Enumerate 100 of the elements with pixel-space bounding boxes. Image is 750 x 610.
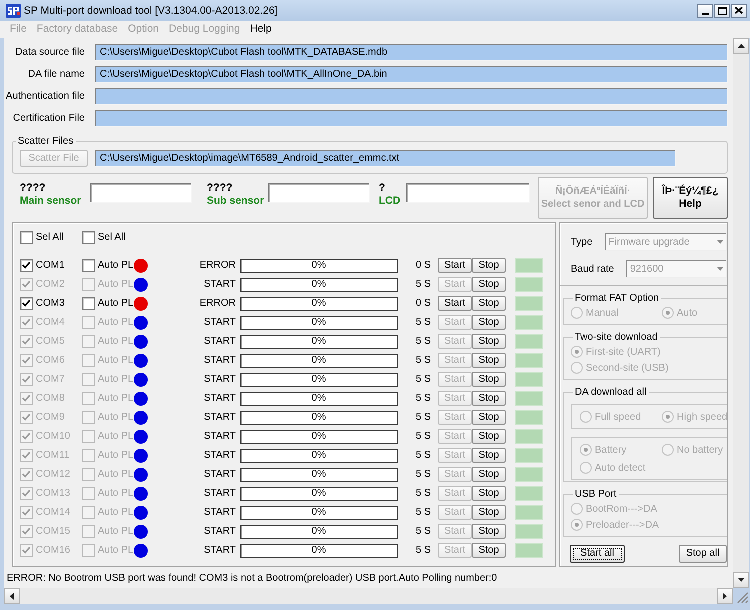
sensor-field[interactable] xyxy=(406,183,530,203)
vertical-scrollbar[interactable] xyxy=(733,38,749,588)
port-status: START xyxy=(204,469,236,480)
sensor-code: ???? xyxy=(207,182,233,195)
group-title: Format FAT Option xyxy=(574,292,660,305)
elapsed-time: 5 S xyxy=(416,412,431,423)
app-icon xyxy=(6,4,21,18)
elapsed-time: 0 S xyxy=(416,298,431,309)
scroll-right-button[interactable] xyxy=(717,588,733,604)
scroll-up-button[interactable] xyxy=(733,38,749,54)
indicator-icon xyxy=(515,258,543,273)
close-button[interactable] xyxy=(731,4,747,18)
indicator-icon xyxy=(515,410,543,425)
indicator-icon xyxy=(515,486,543,501)
elapsed-time: 5 S xyxy=(416,450,431,461)
horizontal-scrollbar[interactable] xyxy=(4,588,733,604)
port-status: START xyxy=(204,393,236,404)
progress-label: 0% xyxy=(312,260,326,272)
window-title: SP Multi-port download tool [V3.1304.00-A2013.02.26] xyxy=(24,4,278,16)
elapsed-time: 5 S xyxy=(416,431,431,442)
field-label: Data source file xyxy=(16,46,85,60)
elapsed-time: 5 S xyxy=(416,526,431,537)
group-title: DA download all xyxy=(574,386,648,399)
auto-poll-checkbox[interactable]: Auto PL xyxy=(82,297,134,310)
indicator-icon xyxy=(515,334,543,349)
port-status: START xyxy=(204,355,236,366)
progress-label: 0% xyxy=(312,450,326,462)
scroll-left-button[interactable] xyxy=(4,588,20,604)
elapsed-time: 5 S xyxy=(416,336,431,347)
progress-label: 0% xyxy=(312,298,326,310)
progress-label: 0% xyxy=(312,412,326,424)
field-label: Type xyxy=(571,236,593,248)
stop-all-button[interactable]: Stop all xyxy=(679,545,727,563)
minimize-button[interactable] xyxy=(697,4,713,18)
stop-button[interactable]: Stop xyxy=(472,296,506,311)
port-status: START xyxy=(204,279,236,290)
port-status: START xyxy=(204,412,236,423)
path-field[interactable] xyxy=(95,110,728,127)
stop-button[interactable]: Stop xyxy=(472,258,506,273)
minimize-icon xyxy=(702,12,708,14)
progress-label: 0% xyxy=(312,468,326,480)
elapsed-time: 5 S xyxy=(416,507,431,518)
group-title: Two-site download xyxy=(574,331,659,344)
sensor-code: ???? xyxy=(20,182,46,195)
scroll-down-button[interactable] xyxy=(733,572,749,588)
sensor-label: Sub sensor xyxy=(207,195,264,208)
indicator-icon xyxy=(515,353,543,368)
port-status: ERROR xyxy=(200,260,236,271)
elapsed-time: 5 S xyxy=(416,469,431,480)
progress-label: 0% xyxy=(312,506,326,518)
maximize-button[interactable] xyxy=(714,4,730,18)
maximize-icon xyxy=(718,6,726,14)
menu-item[interactable]: Help xyxy=(245,22,277,37)
elapsed-time: 5 S xyxy=(416,374,431,385)
indicator-icon xyxy=(515,524,543,539)
start-all-button[interactable]: Start all xyxy=(570,545,625,563)
field-label: Authentication file xyxy=(6,90,85,104)
port-status: START xyxy=(204,336,236,347)
port-status: START xyxy=(204,374,236,385)
dropdown-arrow-icon xyxy=(717,267,724,271)
elapsed-time: 5 S xyxy=(416,545,431,556)
start-button[interactable]: Start xyxy=(438,258,472,273)
progress-label: 0% xyxy=(312,374,326,386)
indicator-icon xyxy=(515,296,543,311)
size-grip-icon[interactable] xyxy=(737,592,749,604)
close-icon xyxy=(735,7,743,14)
select-all-checkbox[interactable]: Sel All xyxy=(82,231,126,244)
dropdown-arrow-icon xyxy=(717,240,724,244)
auto-poll-checkbox[interactable]: Auto PL xyxy=(82,259,134,272)
indicator-icon xyxy=(515,505,543,520)
elapsed-time: 5 S xyxy=(416,393,431,404)
path-field[interactable]: C:\Users\Migue\Desktop\Cubot Flash tool\MTK_DATABASE.mdb xyxy=(95,44,728,61)
elapsed-time: 5 S xyxy=(416,279,431,290)
elapsed-time: 5 S xyxy=(416,355,431,366)
sensor-label: LCD xyxy=(379,195,401,208)
sensor-field[interactable] xyxy=(90,183,192,203)
start-button[interactable]: Start xyxy=(438,296,472,311)
com-checkbox[interactable]: COM3 xyxy=(20,297,65,310)
elapsed-time: 0 S xyxy=(416,260,431,271)
indicator-icon xyxy=(515,429,543,444)
sensor-code: ? xyxy=(379,182,386,195)
help-button[interactable]: ÎÞ·¨Éý¼¶£¿ Help xyxy=(653,177,728,219)
path-field[interactable]: C:\Users\Migue\Desktop\image\MT6589_Android_scatter_emmc.txt xyxy=(95,150,676,167)
com-checkbox[interactable]: COM1 xyxy=(20,259,65,272)
port-status: START xyxy=(204,431,236,442)
down-arrow-icon xyxy=(738,578,744,582)
field-label: DA file name xyxy=(28,68,85,82)
indicator-icon xyxy=(515,543,543,558)
group-title: USB Port xyxy=(574,488,618,501)
right-arrow-icon xyxy=(723,592,727,600)
progress-label: 0% xyxy=(312,316,326,328)
port-status: START xyxy=(204,450,236,461)
select-all-checkbox[interactable]: Sel All xyxy=(20,231,64,244)
indicator-icon xyxy=(515,448,543,463)
indicator-icon xyxy=(515,467,543,482)
sensor-field[interactable] xyxy=(268,183,370,203)
path-field[interactable] xyxy=(95,88,728,105)
progress-label: 0% xyxy=(312,278,326,290)
status-message: ERROR: No Bootrom USB port was found! COM3 is not a Bootrom(preloader) USB port.Auto Polling number:0 xyxy=(7,572,498,586)
path-field[interactable]: C:\Users\Migue\Desktop\Cubot Flash tool\MTK_AllInOne_DA.bin xyxy=(95,66,728,83)
